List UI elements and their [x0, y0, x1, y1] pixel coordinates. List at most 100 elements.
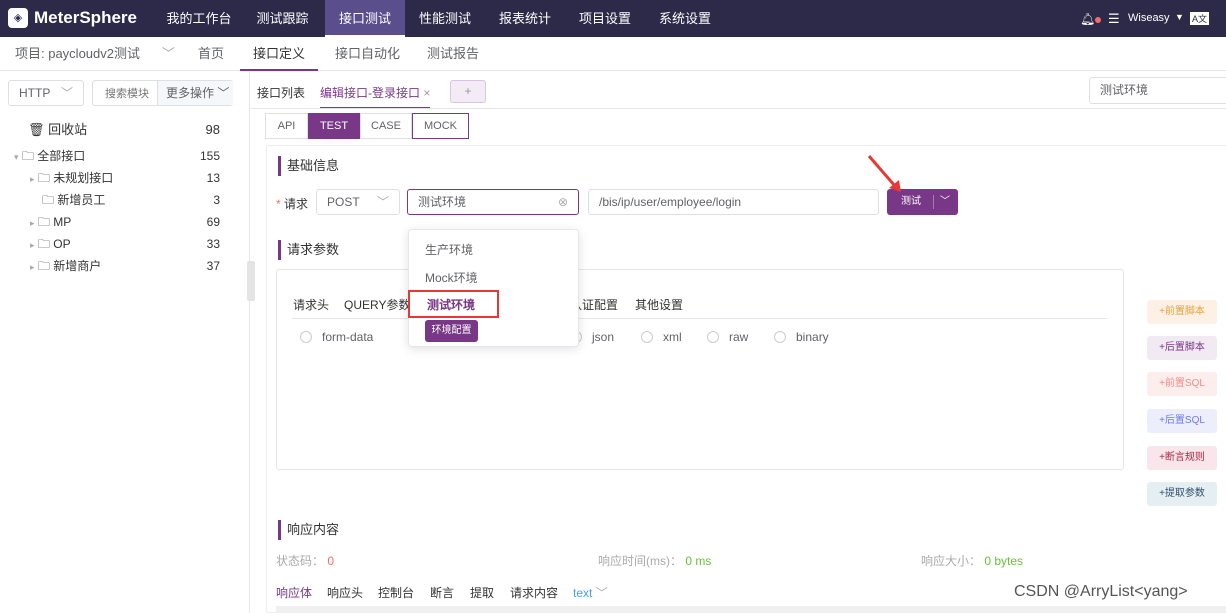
radio-label: raw: [729, 330, 749, 344]
response-title: 响应内容: [278, 520, 339, 540]
clear-icon[interactable]: ⊗: [558, 190, 568, 214]
response-editor[interactable]: [276, 606, 1226, 613]
nav-project-settings[interactable]: 项目设置: [565, 0, 645, 37]
tree-label: 新增员工: [57, 193, 106, 207]
tab-response-headers[interactable]: 响应头: [327, 584, 363, 601]
close-icon[interactable]: ×: [423, 86, 430, 100]
tree-item[interactable]: ▸ 🗀 未规划接口 13: [0, 167, 230, 189]
folder-icon: 🗀: [21, 149, 34, 163]
tab-edit-api[interactable]: 编辑接口-登录接口 ×: [320, 84, 431, 109]
radio-icon: [641, 331, 653, 343]
radio-xml[interactable]: xml: [641, 330, 682, 344]
caret-right-icon: ▸: [30, 262, 35, 272]
mode-api[interactable]: API: [265, 113, 308, 139]
chevron-down-icon: ﹀: [60, 86, 73, 100]
mode-case[interactable]: CASE: [360, 113, 412, 139]
module-search-input[interactable]: [93, 83, 155, 105]
tree-label: OP: [53, 237, 71, 251]
tab-console[interactable]: 控制台: [378, 584, 414, 601]
env-select[interactable]: 测试环境 ⊗: [407, 189, 579, 215]
divider: [251, 108, 1226, 109]
tab-response-body[interactable]: 响应体: [276, 584, 312, 601]
trash-item[interactable]: 🗑︎ 回收站 98: [0, 119, 230, 141]
size-label: 响应大小：: [921, 554, 982, 568]
nav-performance[interactable]: 性能测试: [405, 0, 485, 37]
method-select[interactable]: POST ﹀: [316, 189, 400, 215]
format-select[interactable]: text ﹀: [573, 584, 608, 601]
env-option-production[interactable]: 生产环境: [425, 241, 473, 258]
post-sql-button[interactable]: +后置SQL: [1147, 409, 1217, 433]
tree-label: 新增商户: [53, 259, 102, 273]
tab-assertions[interactable]: 断言: [430, 584, 454, 601]
caret-down-icon[interactable]: ▼: [1175, 12, 1184, 22]
user-menu[interactable]: Wiseasy: [1128, 12, 1170, 24]
assertion-button[interactable]: +断言规则: [1147, 446, 1217, 470]
protocol-select[interactable]: HTTP ﹀: [8, 80, 84, 106]
status-code: 状态码： 0: [276, 552, 334, 569]
sub-home[interactable]: 首页: [198, 37, 224, 71]
tree-count: 69: [206, 215, 220, 229]
caret-down-icon: ▾: [14, 152, 19, 162]
folder-icon: 🗀: [42, 193, 55, 207]
mode-test[interactable]: TEST: [308, 113, 360, 139]
nav-report[interactable]: 报表统计: [485, 0, 565, 37]
watermark: CSDN @ArryList<yang>: [1014, 583, 1188, 600]
logo[interactable]: ◈ MeterSphere: [8, 8, 137, 28]
radio-form-data[interactable]: form-data: [300, 330, 373, 344]
mode-mock[interactable]: MOCK: [412, 113, 469, 139]
tree-item[interactable]: 🗀 新增员工 3: [0, 189, 230, 211]
env-option-mock[interactable]: Mock环境: [425, 269, 478, 286]
nav-system-settings[interactable]: 系统设置: [645, 0, 725, 37]
task-list-icon[interactable]: ☰: [1108, 11, 1120, 27]
language-switch[interactable]: A文: [1190, 12, 1210, 25]
env-config-button[interactable]: 环境配置: [425, 320, 478, 342]
post-script-button[interactable]: +后置脚本: [1147, 336, 1217, 360]
env-select-top[interactable]: 测试环境: [1089, 77, 1226, 104]
extract-button[interactable]: +提取参数: [1147, 482, 1217, 506]
tree-count: 155: [199, 149, 220, 163]
env-option-test[interactable]: 测试环境: [408, 290, 499, 318]
tree-label: MP: [53, 215, 72, 229]
chevron-down-icon: ﹀: [217, 86, 230, 100]
tree-root[interactable]: ▾ 🗀 全部接口 155: [0, 145, 230, 167]
tab-api-list[interactable]: 接口列表: [257, 84, 305, 101]
tree-item[interactable]: ▸ 🗀 新增商户 37: [0, 255, 230, 277]
tab-request-content[interactable]: 请求内容: [510, 584, 558, 601]
tree-count: 3: [213, 193, 220, 207]
tab-headers[interactable]: 请求头: [293, 296, 329, 313]
folder-icon: 🗀: [37, 215, 50, 229]
nav-api-test[interactable]: 接口测试: [325, 0, 405, 37]
nav-test-track[interactable]: 测试跟踪: [240, 0, 325, 37]
radio-icon: [774, 331, 786, 343]
nav-workbench[interactable]: 我的工作台: [158, 0, 240, 37]
sub-api-automation[interactable]: 接口自动化: [335, 37, 400, 71]
pre-sql-button[interactable]: +前置SQL: [1147, 372, 1217, 396]
test-button-label: 测试: [901, 196, 921, 207]
more-actions-button[interactable]: 更多操作 ﹀: [157, 81, 233, 105]
radio-raw[interactable]: raw: [707, 330, 748, 344]
caret-right-icon: ▸: [30, 218, 35, 228]
add-tab-button[interactable]: +: [450, 80, 486, 103]
sub-api-definition[interactable]: 接口定义: [240, 37, 318, 71]
pre-script-button[interactable]: +前置脚本: [1147, 300, 1217, 324]
bell-icon[interactable]: 🔔︎: [1080, 12, 1102, 26]
tab-extract[interactable]: 提取: [470, 584, 494, 601]
url-input[interactable]: /bis/ip/user/employee/login: [588, 189, 879, 215]
more-actions-label: 更多操作: [166, 86, 215, 100]
radio-label: json: [592, 330, 615, 344]
sub-test-report[interactable]: 测试报告: [427, 37, 479, 71]
module-sidebar: HTTP ﹀ 更多操作 ﹀ 🗑︎ 回收站 98 ▾ 🗀 全部接口 155 ▸ 🗀 未规…: [0, 71, 255, 613]
tab-query[interactable]: QUERY参数: [344, 296, 410, 313]
radio-label: binary: [796, 330, 829, 344]
trash-icon: 🗑︎: [28, 122, 45, 137]
annotation-arrow: [867, 155, 901, 192]
tree-item[interactable]: ▸ 🗀 MP 69: [0, 211, 230, 233]
sidebar-resize-handle[interactable]: [247, 261, 255, 301]
chevron-down-icon[interactable]: ﹀: [940, 189, 950, 215]
tree-item[interactable]: ▸ 🗀 OP 33: [0, 233, 230, 255]
radio-binary[interactable]: binary: [774, 330, 829, 344]
tab-other-settings[interactable]: 其他设置: [635, 296, 683, 313]
chevron-down-icon: ﹀: [162, 46, 176, 61]
params-title: 请求参数: [278, 240, 339, 260]
project-selector[interactable]: 项目: paycloudv2测试 ﹀: [15, 37, 175, 71]
